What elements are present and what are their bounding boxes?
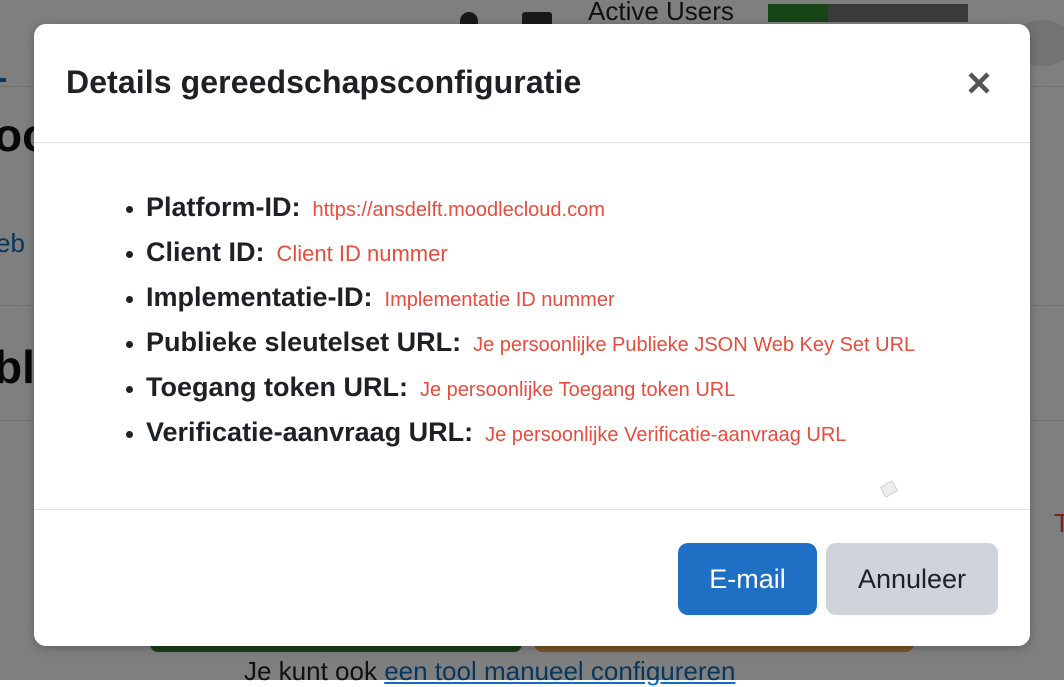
list-item-access-token-url: Toegang token URL: Je persoonlijke Toegan… <box>146 365 915 410</box>
list-item-platform-id: Platform-ID: https://ansdelft.moodlecloud… <box>146 185 915 230</box>
modal-body: Platform-ID: https://ansdelft.moodlecloud… <box>34 143 1030 510</box>
close-button[interactable] <box>964 68 994 98</box>
email-button[interactable]: E-mail <box>678 543 817 615</box>
close-icon <box>968 72 990 94</box>
tool-config-dialog: Details gereedschapsconfiguratie Platfor… <box>34 24 1030 646</box>
cancel-button[interactable]: Annuleer <box>826 543 998 615</box>
list-item-public-keyset-url: Publieke sleutelset URL: Je persoonlijke … <box>146 320 915 365</box>
list-item-auth-request-url: Verificatie-aanvraag URL: Je persoonlijke… <box>146 410 915 455</box>
config-details-list: Platform-ID: https://ansdelft.moodlecloud… <box>108 185 915 455</box>
auth-request-url-label: Verificatie-aanvraag URL: <box>146 417 474 447</box>
access-token-url-label: Toegang token URL: <box>146 372 408 402</box>
deployment-id-label: Implementatie-ID: <box>146 282 373 312</box>
access-token-url-value: Je persoonlijke Toegang token URL <box>419 379 736 401</box>
platform-id-value: https://ansdelft.moodlecloud.com <box>312 199 605 221</box>
modal-title: Details gereedschapsconfiguratie <box>66 64 582 100</box>
modal-footer: E-mail Annuleer <box>34 510 1030 646</box>
list-item-client-id: Client ID: Client ID nummer <box>146 230 915 275</box>
platform-id-label: Platform-ID: <box>146 192 301 222</box>
client-id-value: Client ID nummer <box>276 241 448 266</box>
deployment-id-value: Implementatie ID nummer <box>384 289 615 311</box>
public-keyset-url-label: Publieke sleutelset URL: <box>146 327 462 357</box>
list-item-deployment-id: Implementatie-ID: Implementatie ID nummer <box>146 275 915 320</box>
public-keyset-url-value: Je persoonlijke Publieke JSON Web Key Se… <box>473 334 916 356</box>
client-id-label: Client ID: <box>146 237 265 267</box>
mouse-cursor <box>879 480 899 498</box>
modal-header: Details gereedschapsconfiguratie <box>34 24 1030 143</box>
auth-request-url-value: Je persoonlijke Verificatie-aanvraag URL <box>485 424 847 446</box>
